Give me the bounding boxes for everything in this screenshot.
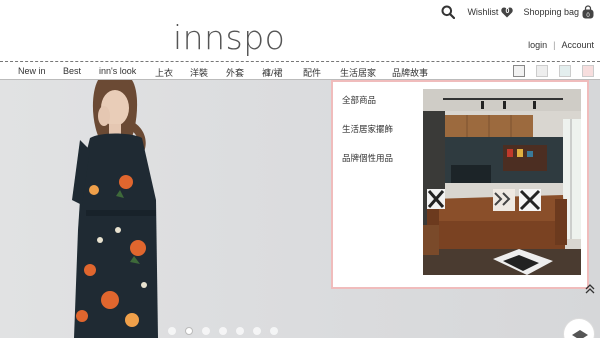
nav-item-inns-look[interactable]: inn's look [99, 66, 155, 79]
model-photo [72, 80, 158, 338]
carousel-dots [168, 327, 278, 335]
login-link[interactable]: login [528, 40, 547, 50]
nav-item-accessories[interactable]: 配件 [303, 66, 340, 79]
cart-label: Shopping bag [523, 7, 579, 17]
swatch[interactable] [513, 65, 525, 77]
home-living-dropdown: 全部商品 生活居家擺飾 品牌個性用品 [331, 80, 589, 289]
wishlist-count: 0 [505, 7, 510, 15]
nav-item-home-living[interactable]: 生活居家 [340, 66, 392, 79]
bag-icon: 0 [582, 5, 594, 19]
carousel-dot-active[interactable] [185, 327, 193, 335]
carousel-dot[interactable] [236, 327, 244, 335]
brand-logo[interactable]: innspo [173, 18, 285, 57]
divider: | [553, 40, 556, 50]
dropdown-item-all-products[interactable]: 全部商品 [342, 94, 393, 106]
nav-item-brand-story[interactable]: 品牌故事 [392, 66, 428, 79]
nav-item-best[interactable]: Best [63, 66, 99, 79]
search-icon[interactable] [441, 5, 456, 19]
main-nav: New in Best inn's look 上衣 洋裝 外套 褲/裙 配件 生… [0, 61, 600, 80]
carousel-dot[interactable] [219, 327, 227, 335]
scroll-up-icon[interactable] [584, 283, 596, 295]
dropdown-item-home-decor[interactable]: 生活居家擺飾 [342, 123, 393, 135]
top-actions: Wishlist 0 Shopping bag 0 [441, 5, 594, 19]
nav-item-new-in[interactable]: New in [18, 66, 63, 79]
account-links: login | Account [528, 40, 594, 50]
carousel-dot[interactable] [202, 327, 210, 335]
carousel-dot[interactable] [168, 327, 176, 335]
living-room-photo[interactable] [423, 89, 581, 275]
carousel-dot[interactable] [253, 327, 261, 335]
shopping-bag-link[interactable]: Shopping bag 0 [523, 5, 594, 19]
wishlist-label: Wishlist [467, 7, 499, 17]
color-swatches [513, 65, 594, 77]
nav-item-dresses[interactable]: 洋裝 [190, 66, 226, 79]
dropdown-item-brand-goods[interactable]: 品牌個性用品 [342, 152, 393, 164]
nav-item-tops[interactable]: 上衣 [155, 66, 190, 79]
swatch[interactable] [559, 65, 571, 77]
account-link[interactable]: Account [561, 40, 594, 50]
layers-icon [572, 330, 588, 338]
wishlist-link[interactable]: Wishlist 0 [467, 7, 514, 18]
heart-icon: 0 [501, 7, 514, 18]
carousel-dot[interactable] [270, 327, 278, 335]
floating-menu-button[interactable] [563, 318, 595, 338]
swatch[interactable] [536, 65, 548, 77]
nav-item-pants-skirts[interactable]: 褲/裙 [262, 66, 303, 79]
nav-item-outerwear[interactable]: 外套 [226, 66, 262, 79]
swatch[interactable] [582, 65, 594, 77]
